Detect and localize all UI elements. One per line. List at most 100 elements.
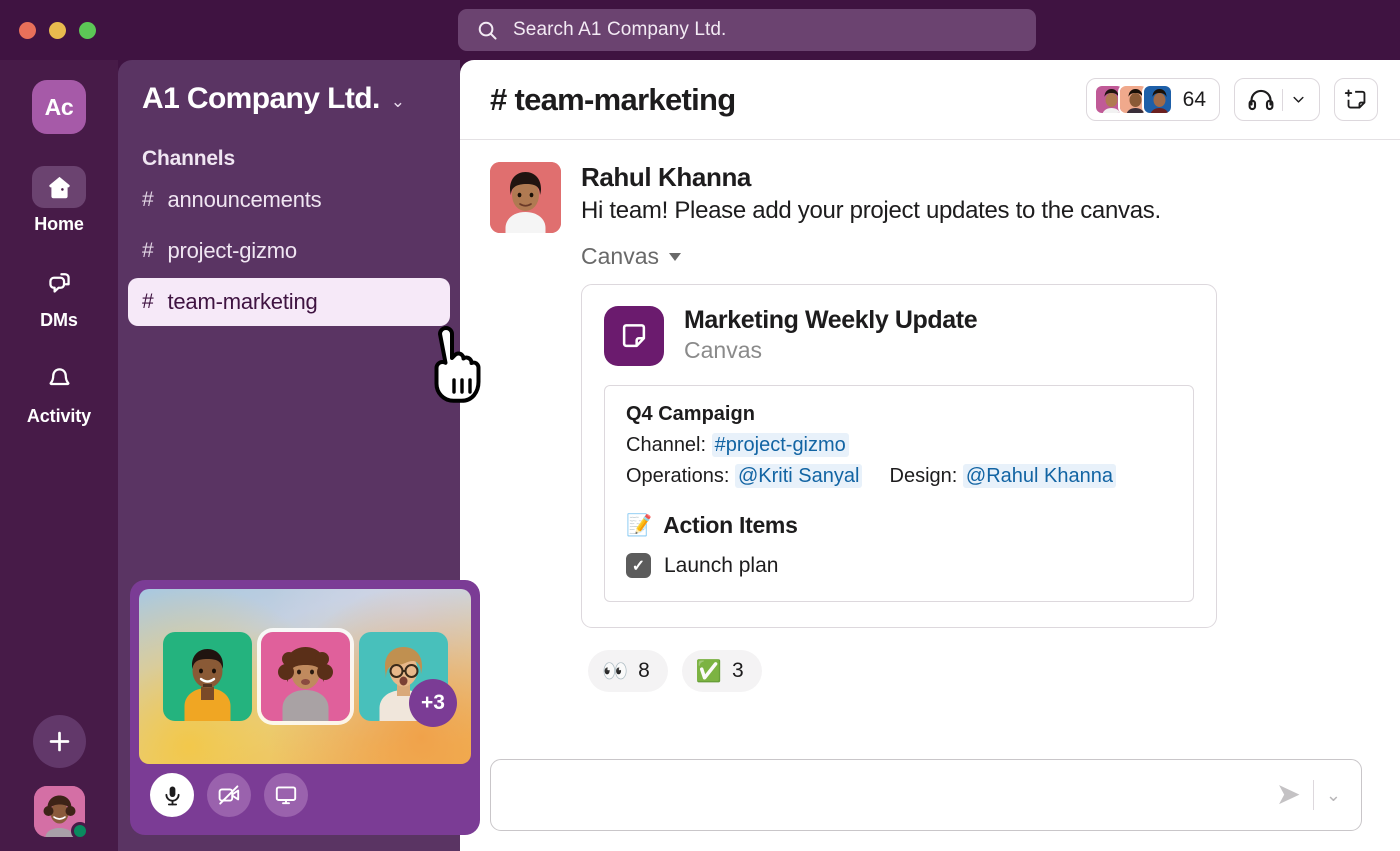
todo-item[interactable]: ✓ Launch plan (626, 553, 1172, 578)
video-off-icon (218, 785, 240, 805)
new-canvas-icon (1344, 88, 1366, 109)
rail-item-dms[interactable]: DMs (0, 262, 118, 331)
microphone-icon (164, 785, 180, 805)
operations-field-label: Operations: (626, 465, 730, 487)
sidebar-item-project-gizmo[interactable]: # project-gizmo (128, 227, 450, 275)
canvas-subtitle: Canvas (684, 337, 762, 363)
avatar[interactable] (490, 162, 561, 233)
design-mention-link[interactable]: @Rahul Khanna (962, 464, 1116, 488)
channel-header: # team-marketing 64 (460, 60, 1400, 140)
todo-label: Launch plan (664, 553, 779, 577)
rail-label-activity: Activity (26, 406, 92, 426)
canvas-attachment-card[interactable]: Marketing Weekly Update Canvas Q4 Campai… (581, 284, 1217, 628)
search-icon (478, 21, 497, 40)
huddle-controls (139, 764, 471, 826)
channel-label: team-marketing (167, 289, 318, 314)
rail-label-home: Home (34, 214, 84, 234)
rail-item-activity[interactable]: Activity (0, 358, 118, 427)
message-body: Rahul Khanna Hi team! Please add your pr… (581, 162, 1370, 628)
huddle-screenshare-button[interactable] (264, 773, 308, 817)
workspace-switcher[interactable]: A1 Company Ltd. ⌄ (118, 82, 460, 116)
attachment-label[interactable]: Canvas (581, 243, 1370, 270)
canvas-card-titles: Marketing Weekly Update Canvas (684, 306, 978, 364)
reaction-check[interactable]: ✅ 3 (681, 650, 762, 692)
action-items-heading: 📝 Action Items (626, 512, 1172, 539)
zoom-window-button[interactable] (79, 21, 96, 39)
new-canvas-button[interactable] (1334, 78, 1378, 121)
check-emoji-icon: ✅ (695, 659, 722, 683)
rail-item-home[interactable]: Home (0, 166, 118, 235)
rail-nav: Home DMs Activity (0, 166, 118, 427)
start-huddle-button[interactable] (1234, 78, 1320, 121)
sidebar-item-announcements[interactable]: # announcements (128, 176, 450, 224)
chevron-down-icon[interactable]: ⌄ (1326, 785, 1341, 806)
divider (1282, 88, 1283, 111)
home-icon (48, 176, 70, 198)
hash-icon: # (142, 290, 154, 313)
workspace-name: A1 Company Ltd. (142, 82, 380, 115)
huddle-participant-2[interactable] (260, 632, 350, 721)
rail-bottom (0, 715, 118, 840)
search-input[interactable]: Search A1 Company Ltd. (458, 9, 1036, 51)
message: Rahul Khanna Hi team! Please add your pr… (490, 162, 1370, 628)
channel-hash: # (490, 81, 507, 117)
headphones-icon (1248, 89, 1274, 110)
canvas-title: Marketing Weekly Update (684, 306, 978, 334)
member-avatars (1093, 84, 1173, 115)
huddle-panel: +3 (130, 580, 480, 835)
hash-icon: # (142, 188, 154, 211)
bell-icon (49, 367, 69, 385)
huddle-participant-1[interactable] (162, 632, 252, 721)
operations-mention-link[interactable]: @Kriti Sanyal (734, 464, 863, 488)
home-icon-wrap (32, 166, 86, 208)
close-window-button[interactable] (19, 21, 36, 39)
huddle-overflow-count[interactable]: +3 (409, 679, 457, 727)
channels-section-title: Channels (142, 147, 235, 170)
reaction-count: 8 (638, 659, 650, 682)
canvas-icon-wrap (604, 306, 664, 366)
slack-window: Search A1 Company Ltd. Ac Home DMs Activ… (0, 0, 1400, 851)
action-items-title: Action Items (663, 512, 798, 538)
divider (1312, 780, 1314, 810)
title-bar: Search A1 Company Ltd. (0, 0, 1400, 60)
sidebar-item-team-marketing[interactable]: # team-marketing (128, 278, 450, 326)
page-title: # team-marketing (490, 82, 1072, 118)
dms-icon-wrap (32, 262, 86, 304)
channel-list: # announcements # project-gizmo # team-m… (118, 176, 460, 326)
search-placeholder: Search A1 Company Ltd. (513, 19, 727, 40)
user-avatar[interactable] (33, 786, 89, 840)
checkbox-checked-icon[interactable]: ✓ (626, 553, 651, 578)
message-text: Hi team! Please add your project updates… (581, 197, 1161, 224)
message-list: Rahul Khanna Hi team! Please add your pr… (460, 140, 1400, 739)
chevron-down-icon[interactable] (1289, 90, 1308, 109)
avatar (1141, 84, 1173, 115)
caret-down-icon (668, 252, 681, 261)
channel-label: project-gizmo (167, 238, 297, 263)
bell-icon-wrap (32, 358, 86, 400)
monitor-icon (275, 786, 297, 805)
workspace-avatar[interactable]: Ac (32, 80, 86, 134)
channel-label: announcements (167, 187, 322, 212)
reaction-bar: 👀 8 ✅ 3 (490, 628, 1370, 692)
new-item-button[interactable] (32, 715, 86, 768)
memo-icon: 📝 (626, 514, 653, 537)
main-content: # team-marketing 64 Rahul Khanna Hi team… (460, 60, 1400, 851)
dms-icon (48, 272, 70, 293)
huddle-stage: +3 (139, 589, 471, 764)
huddle-mic-button[interactable] (150, 773, 194, 817)
canvas-people-line: Operations: @Kriti Sanyal Design: @Rahul… (626, 464, 1172, 488)
rail-label-dms: DMs (40, 310, 78, 330)
channel-mention-link[interactable]: #project-gizmo (711, 433, 849, 457)
attachment-type: Canvas (581, 243, 659, 269)
presence-indicator (70, 822, 89, 840)
send-icon[interactable]: ➤ (1276, 780, 1301, 810)
composer-wrap: ➤ ⌄ (460, 739, 1400, 851)
minimize-window-button[interactable] (49, 21, 66, 39)
reaction-eyes[interactable]: 👀 8 (588, 650, 668, 692)
message-composer[interactable]: ➤ ⌄ (490, 759, 1362, 831)
eyes-emoji-icon: 👀 (602, 659, 629, 683)
message-author: Rahul Khanna (581, 162, 751, 192)
huddle-video-button[interactable] (207, 773, 251, 817)
member-count: 64 (1182, 87, 1206, 111)
member-count-button[interactable]: 64 (1085, 78, 1220, 121)
